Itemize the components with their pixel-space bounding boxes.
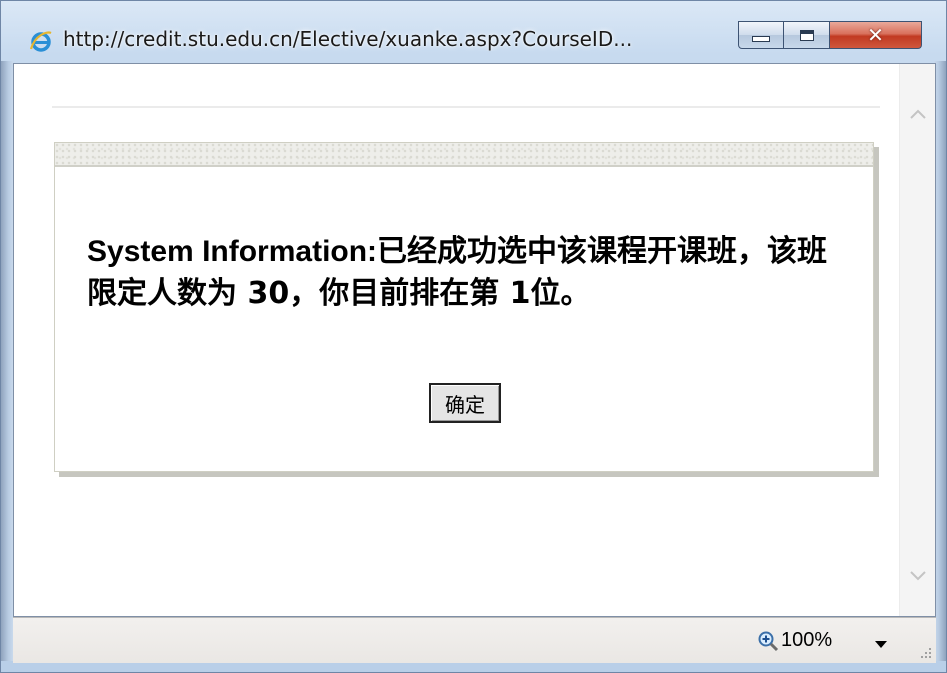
minimize-button[interactable] <box>738 21 784 49</box>
window-frame-left <box>1 61 13 661</box>
maximize-icon <box>799 29 814 41</box>
system-info-label: System Information: <box>87 235 378 268</box>
vertical-scrollbar[interactable] <box>899 64 935 616</box>
popup-window: http://credit.stu.edu.cn/Elective/xuanke… <box>0 0 947 673</box>
page-content: System Information:已经成功选中该课程开课班，该班限定人数为 … <box>13 63 936 617</box>
system-info-box: System Information:已经成功选中该课程开课班，该班限定人数为 … <box>54 142 874 472</box>
system-info-box-header <box>55 143 873 167</box>
top-divider <box>52 106 880 108</box>
chevron-up-icon <box>910 109 926 119</box>
scroll-up-button[interactable] <box>904 100 932 128</box>
maximize-button[interactable] <box>784 21 830 49</box>
ie-logo-icon <box>29 29 53 53</box>
title-bar[interactable]: http://credit.stu.edu.cn/Elective/xuanke… <box>11 11 938 63</box>
zoom-in-icon[interactable] <box>757 630 779 652</box>
dropdown-arrow-icon[interactable] <box>875 636 887 654</box>
resize-grip-icon[interactable] <box>918 645 932 659</box>
window-title: http://credit.stu.edu.cn/Elective/xuanke… <box>63 27 633 51</box>
scroll-down-button[interactable] <box>904 562 932 590</box>
ok-button[interactable]: 确定 <box>429 383 501 423</box>
status-bar: 100% <box>13 617 936 663</box>
system-info-message: System Information:已经成功选中该课程开课班，该班限定人数为 … <box>87 231 847 315</box>
chevron-down-icon <box>910 571 926 581</box>
minimize-icon <box>752 36 770 42</box>
close-button[interactable]: ✕ <box>830 21 922 49</box>
close-icon: ✕ <box>867 23 884 47</box>
zoom-level[interactable]: 100% <box>781 629 832 652</box>
